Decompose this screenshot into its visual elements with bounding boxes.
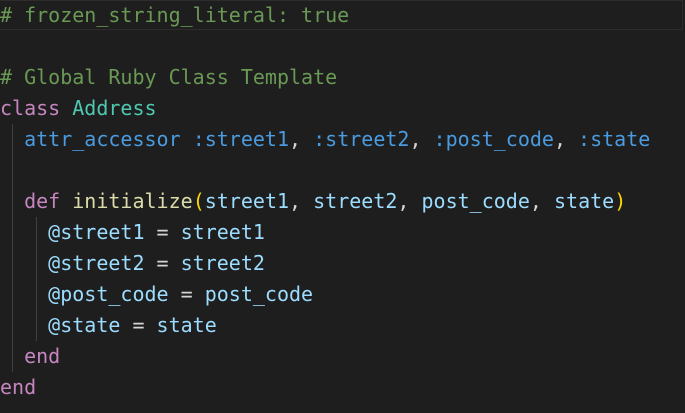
method-call: attr_accessor [24,127,181,151]
keyword: end [24,344,61,368]
code-line-11[interactable]: @state = state [0,310,217,341]
code-line-9[interactable]: @street2 = street2 [0,248,265,279]
code-line-4[interactable]: class Address [0,93,157,124]
code-line-5[interactable]: attr_accessor :street1, :street2, :post_… [0,124,650,155]
code-line-12[interactable]: end [0,341,60,372]
comment: # Global Ruby Class Template [0,65,338,89]
parameter: post_code [421,189,530,213]
symbol: :street1 [192,127,290,151]
symbol: :state [578,127,651,151]
code-line-10[interactable]: @post_code = post_code [0,279,313,310]
code-line-7[interactable]: def initialize(street1, street2, post_co… [0,186,626,217]
keyword: class [0,96,61,120]
code-line-1[interactable]: # frozen_string_literal: true [0,0,349,31]
variable: state [156,313,217,337]
parameter: state [553,189,615,213]
code-line-3[interactable]: # Global Ruby Class Template [0,62,337,93]
code-line-8[interactable]: @street1 = street1 [0,217,265,248]
symbol: :post_code [433,127,554,151]
parameter: street1 [204,189,290,213]
method-name: initialize [72,189,193,213]
instance-variable: @post_code [48,282,169,306]
symbol: :street2 [313,127,410,151]
variable: post_code [204,282,314,306]
instance-variable: @state [48,313,121,337]
keyword: def [24,189,61,213]
keyword: end [0,375,37,399]
class-name: Address [72,96,157,120]
variable: street2 [180,251,265,275]
instance-variable: @street1 [48,220,145,244]
comment: # frozen_string_literal: true [0,3,350,27]
code-editor[interactable]: # frozen_string_literal: true # Global R… [0,0,685,413]
instance-variable: @street2 [48,251,145,275]
variable: street1 [180,220,265,244]
code-line-13[interactable]: end [0,372,36,403]
parameter: street2 [313,189,398,213]
